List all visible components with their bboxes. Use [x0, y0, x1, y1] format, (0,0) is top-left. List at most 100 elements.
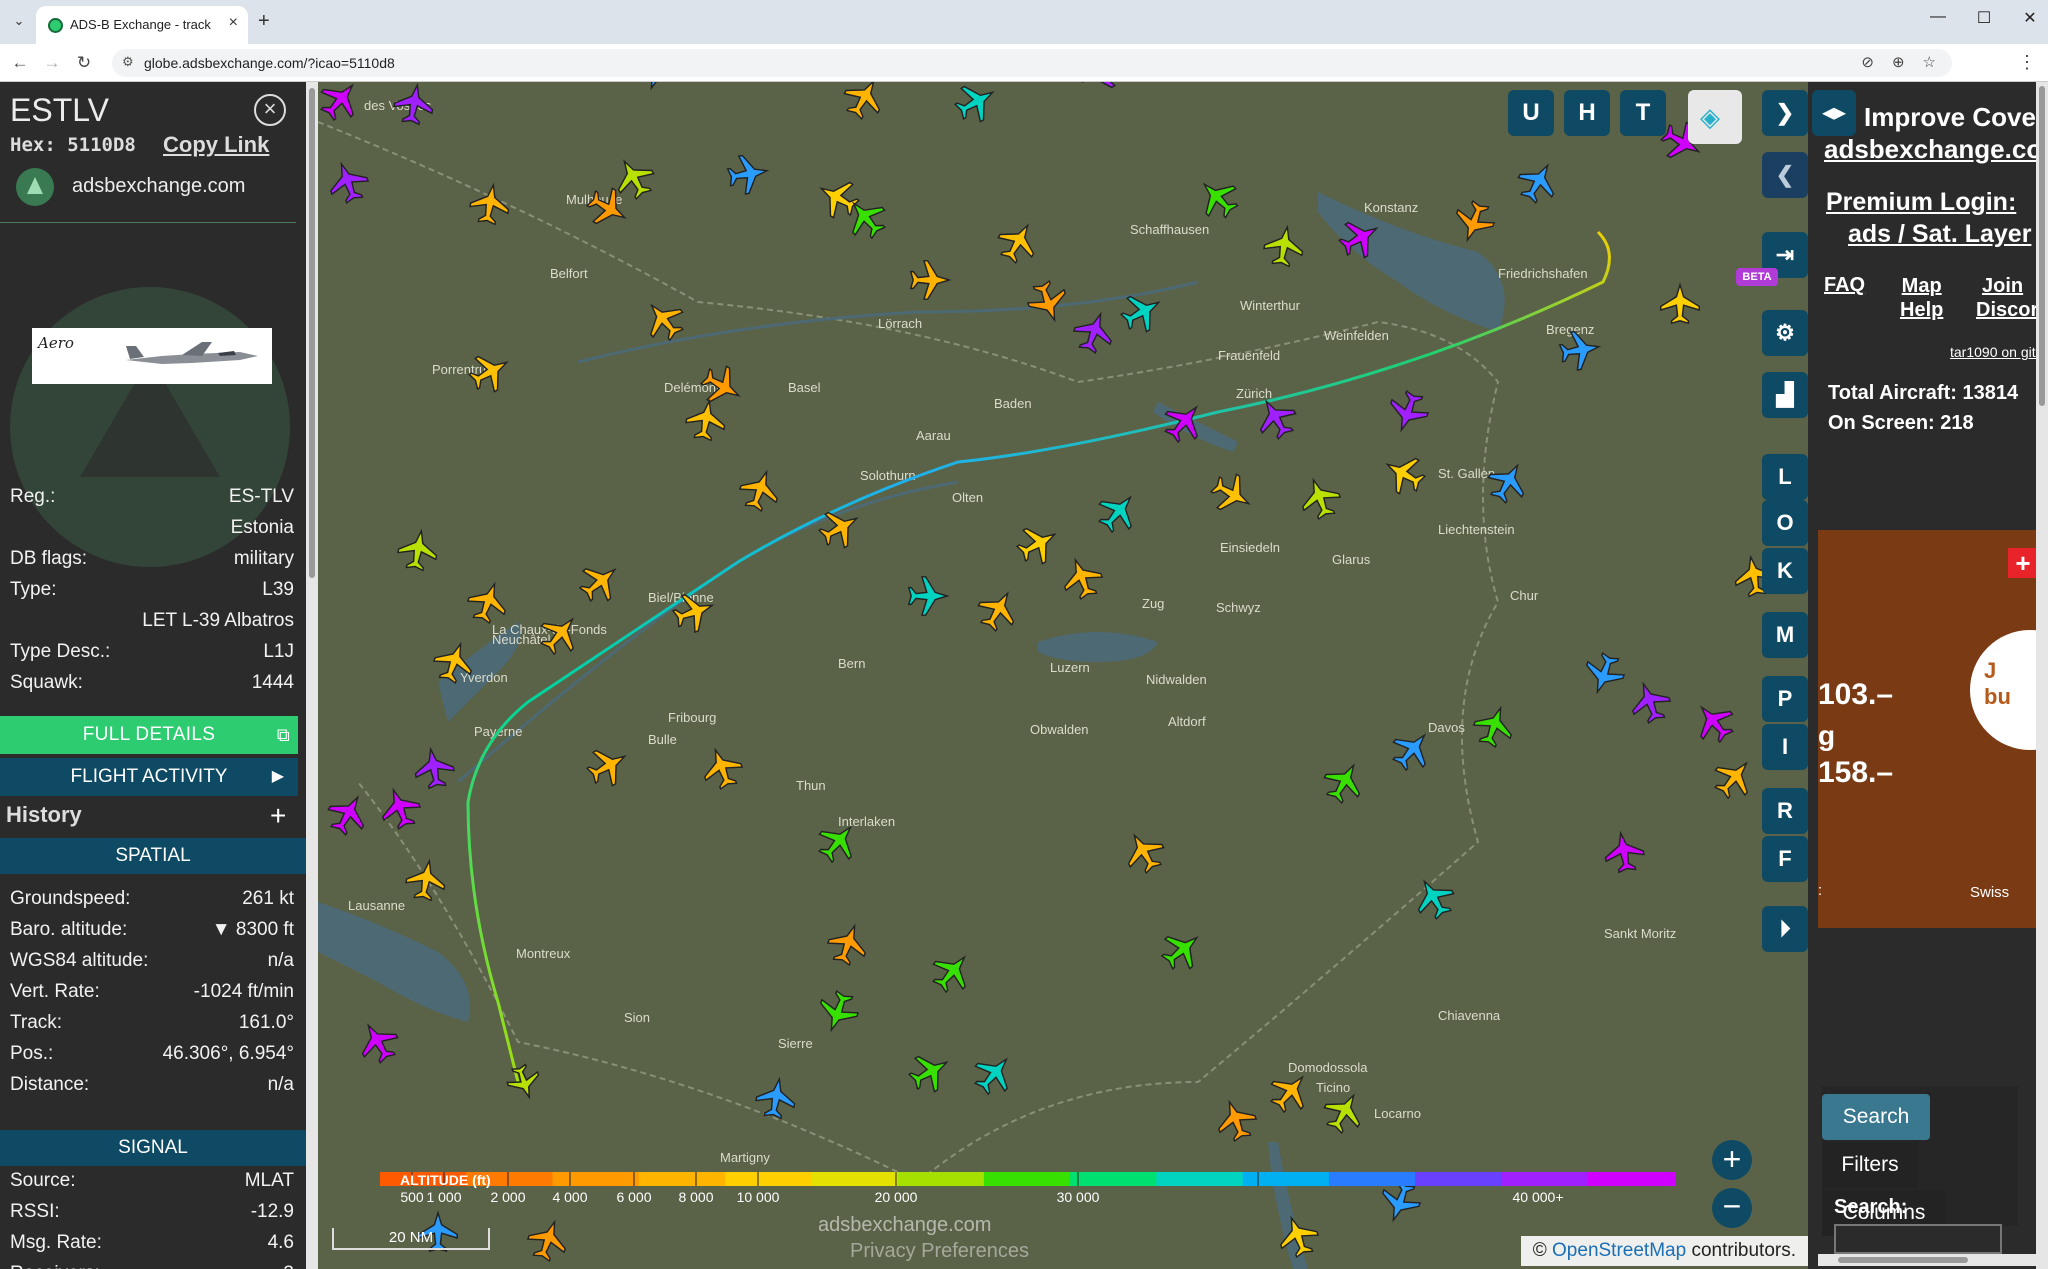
source-site[interactable]: adsbexchange.com: [72, 175, 245, 198]
minimize-icon[interactable]: —: [1930, 8, 1946, 28]
eye-off-icon[interactable]: ⊘: [1861, 53, 1874, 71]
r-button[interactable]: R: [1762, 788, 1808, 834]
aircraft-icon[interactable]: [375, 783, 424, 832]
aircraft-icon[interactable]: [1191, 171, 1245, 225]
aircraft-icon[interactable]: [1157, 395, 1211, 449]
k-button[interactable]: K: [1762, 548, 1808, 594]
privacy-preferences-link[interactable]: Privacy Preferences: [850, 1240, 1029, 1263]
aircraft-icon[interactable]: [573, 555, 627, 609]
aircraft-icon[interactable]: [1074, 82, 1126, 98]
aircraft-icon[interactable]: [1707, 751, 1761, 805]
tab-close-icon[interactable]: ×: [229, 14, 238, 32]
aircraft-icon[interactable]: [1262, 224, 1306, 268]
faq-link[interactable]: FAQ: [1824, 274, 1865, 297]
aircraft-icon[interactable]: [1023, 277, 1072, 326]
aircraft-icon[interactable]: [412, 746, 456, 790]
aircraft-icon[interactable]: [812, 172, 864, 224]
aircraft-icon[interactable]: [1057, 553, 1106, 602]
aircraft-icon[interactable]: [1295, 473, 1344, 522]
layers-button[interactable]: ◈: [1688, 90, 1742, 144]
aircraft-icon[interactable]: [1687, 695, 1741, 749]
full-details-button[interactable]: FULL DETAILS ⧉: [0, 716, 298, 754]
aircraft-icon[interactable]: [323, 157, 372, 206]
map-help-link[interactable]: Map Help: [1900, 274, 1943, 322]
browser-tab-active[interactable]: ADS-B Exchange - track aircraft ×: [36, 6, 248, 44]
filters-tab-button[interactable]: Filters: [1822, 1142, 1918, 1188]
aircraft-icon[interactable]: [396, 528, 440, 572]
aircraft-icon[interactable]: [1318, 756, 1370, 808]
browser-menu-icon[interactable]: ⋮: [2018, 52, 2036, 73]
aircraft-icon[interactable]: [1512, 156, 1564, 208]
aircraft-icon[interactable]: [1211, 1095, 1260, 1144]
zoom-icon[interactable]: ⊕: [1892, 53, 1905, 71]
aircraft-icon[interactable]: [1012, 518, 1064, 570]
aircraft-icon[interactable]: [1069, 307, 1118, 356]
p-button[interactable]: P: [1762, 676, 1808, 722]
coverage-link[interactable]: adsbexchange.com: [1824, 134, 2048, 165]
map-canvas[interactable]: des VosgesMulhouseBelfortLörrachBaselSch…: [318, 82, 1808, 1269]
map-view[interactable]: des VosgesMulhouseBelfortLörrachBaselSch…: [318, 82, 1808, 1269]
aircraft-icon[interactable]: [754, 1076, 798, 1120]
close-panel-icon[interactable]: ×: [254, 94, 286, 126]
aircraft-icon[interactable]: [1602, 830, 1646, 874]
aircraft-icon[interactable]: [992, 216, 1044, 268]
osm-link[interactable]: OpenStreetMap: [1552, 1240, 1686, 1261]
aircraft-icon[interactable]: [582, 182, 634, 234]
replay-button[interactable]: ⏵: [1762, 906, 1808, 952]
zoom-out-button[interactable]: −: [1712, 1188, 1752, 1228]
url-text[interactable]: globe.adsbexchange.com/?icao=5110d8: [144, 55, 395, 71]
right-panel-scrollbar[interactable]: [2036, 82, 2048, 1269]
back-arrow-icon[interactable]: ←: [8, 51, 32, 75]
aircraft-icon[interactable]: [1469, 701, 1518, 750]
aircraft-icon[interactable]: [318, 82, 367, 127]
aircraft-icon[interactable]: [404, 858, 448, 902]
premium-sub-link[interactable]: ads / Sat. Layer: [1848, 220, 2031, 249]
address-bar[interactable]: ⚙ globe.adsbexchange.com/?icao=5110d8 ⊘ …: [112, 49, 1952, 77]
aircraft-icon[interactable]: [1155, 923, 1209, 977]
o-button[interactable]: O: [1762, 500, 1808, 546]
aircraft-icon[interactable]: [904, 1046, 956, 1098]
aircraft-icon[interactable]: [1383, 387, 1432, 436]
aircraft-icon[interactable]: [582, 740, 634, 792]
aircraft-icon[interactable]: [697, 743, 746, 792]
aircraft-icon[interactable]: [1118, 826, 1170, 878]
prev-arrow-button[interactable]: ❮: [1762, 152, 1808, 198]
tab-search-chevron-icon[interactable]: ⌄: [8, 10, 30, 32]
aircraft-icon[interactable]: [925, 945, 979, 999]
forward-arrow-icon[interactable]: →: [40, 51, 64, 75]
aircraft-icon[interactable]: [1091, 485, 1145, 539]
zoom-in-button[interactable]: +: [1712, 1140, 1752, 1180]
t-button[interactable]: T: [1620, 90, 1666, 136]
expand-plus-icon[interactable]: +: [270, 800, 286, 832]
aircraft-photo[interactable]: Aero: [32, 328, 272, 384]
aircraft-icon[interactable]: [322, 788, 374, 840]
settings-button[interactable]: ⚙: [1762, 310, 1808, 356]
aircraft-icon[interactable]: [909, 260, 952, 300]
bookmark-star-icon[interactable]: ☆: [1923, 53, 1936, 71]
aircraft-icon[interactable]: [523, 1215, 572, 1264]
ranking-button[interactable]: ▟: [1762, 372, 1808, 418]
aircraft-icon[interactable]: [967, 1047, 1021, 1101]
aircraft-icon[interactable]: [1378, 448, 1430, 500]
left-panel-scrollbar[interactable]: [306, 82, 318, 1269]
u-button[interactable]: U: [1508, 90, 1554, 136]
scrollbar-thumb[interactable]: [2039, 86, 2045, 406]
i-button[interactable]: I: [1762, 724, 1808, 770]
aircraft-icon[interactable]: [1449, 197, 1498, 246]
aircraft-icon[interactable]: [1579, 649, 1628, 698]
aircraft-icon[interactable]: [684, 398, 728, 442]
aircraft-icon[interactable]: [1206, 468, 1258, 520]
advertisement[interactable]: + J bu 103.– g 158.– : Swiss: [1818, 530, 2036, 928]
h-button[interactable]: H: [1564, 90, 1610, 136]
aircraft-icon[interactable]: [972, 584, 1024, 636]
search-input[interactable]: [1834, 1224, 2002, 1254]
aircraft-icon[interactable]: [839, 191, 893, 245]
site-info-icon[interactable]: ⚙: [122, 54, 134, 70]
copy-link[interactable]: Copy Link: [163, 132, 269, 158]
aircraft-icon[interactable]: [838, 82, 890, 124]
aircraft-icon[interactable]: [735, 465, 784, 514]
aircraft-icon[interactable]: [1482, 456, 1534, 508]
aircraft-icon[interactable]: [633, 82, 682, 95]
premium-login-link[interactable]: Premium Login:: [1826, 188, 2016, 217]
f-button[interactable]: F: [1762, 836, 1808, 882]
